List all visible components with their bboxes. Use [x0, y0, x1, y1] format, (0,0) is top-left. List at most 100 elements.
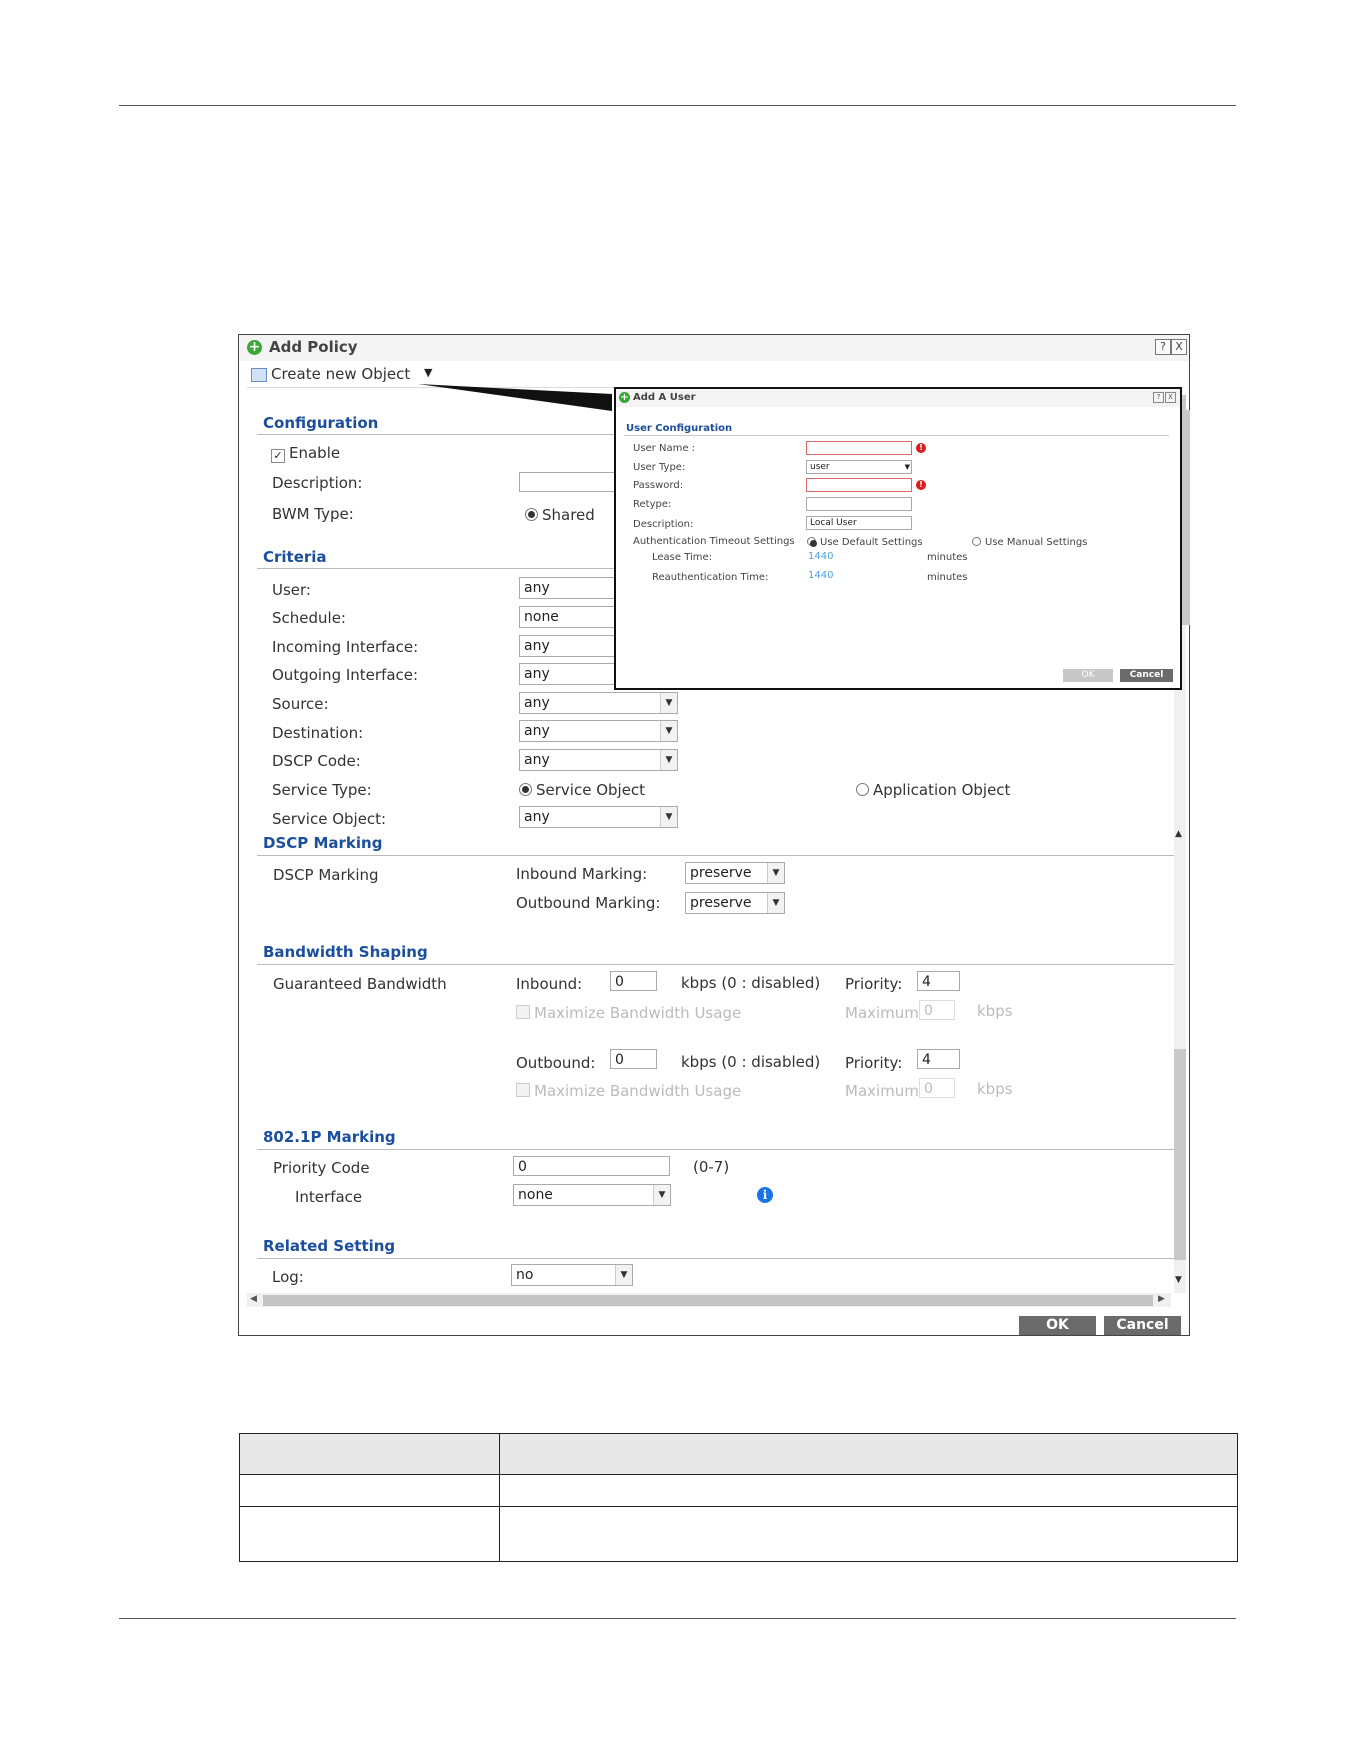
auth-timeout-label: Authentication Timeout Settings — [633, 536, 795, 547]
table-cell — [239, 1506, 500, 1562]
interface-value: none — [518, 1187, 553, 1203]
criteria-dscp-code-label: DSCP Code: — [272, 752, 361, 770]
table-header-cell-1 — [239, 1433, 500, 1475]
criteria-dscp-code-select[interactable]: any ▼ — [519, 749, 678, 771]
password-input[interactable] — [806, 478, 912, 492]
dscp-marking-row-label: DSCP Marking — [273, 866, 379, 884]
popup-title: Add A User — [633, 392, 696, 403]
cancel-button[interactable]: Cancel — [1104, 1316, 1181, 1335]
inbound-bw-input[interactable]: 0 — [610, 971, 657, 991]
application-object-radio-dot[interactable] — [856, 783, 869, 796]
popup-description-input[interactable]: Local User — [806, 516, 912, 530]
table-cell — [499, 1506, 1238, 1562]
outbound-maximize-checkbox[interactable] — [516, 1083, 530, 1097]
popup-help-icon[interactable]: ? — [1153, 392, 1164, 403]
outbound-maximize-label: Maximize Bandwidth Usage — [534, 1082, 742, 1100]
interface-label: Interface — [295, 1188, 363, 1206]
criteria-destination-label: Destination: — [272, 724, 364, 742]
inbound-priority-input[interactable]: 4 — [917, 971, 960, 991]
outbound-maximize-row[interactable]: Maximize Bandwidth Usage — [516, 1082, 741, 1100]
log-value: no — [516, 1267, 534, 1283]
popup-cancel-button[interactable]: Cancel — [1120, 669, 1173, 682]
service-object-option-label: Service Object — [536, 781, 646, 799]
use-manual-label: Use Manual Settings — [985, 537, 1088, 548]
priority-code-input[interactable]: 0 — [513, 1156, 670, 1176]
description-table — [239, 1433, 1238, 1562]
8021p-marking-divider — [257, 1149, 1177, 1150]
log-label: Log: — [272, 1268, 304, 1286]
outbound-priority-label: Priority: — [845, 1054, 903, 1072]
popup-close-icon[interactable]: X — [1165, 392, 1176, 403]
use-default-radio-dot[interactable] — [807, 537, 817, 547]
scroll-up-icon[interactable]: ▲ — [1175, 829, 1182, 839]
inbound-marking-label: Inbound Marking: — [516, 865, 648, 883]
reauth-time-label: Reauthentication Time: — [652, 572, 769, 583]
inbound-maximize-checkbox[interactable] — [516, 1005, 530, 1019]
inbound-maximize-label: Maximize Bandwidth Usage — [534, 1004, 742, 1022]
inbound-bw-label: Inbound: — [516, 975, 583, 993]
popup-title-bar: + Add A User ? X — [616, 389, 1180, 407]
popup-description-label: Description: — [633, 519, 694, 530]
use-default-label: Use Default Settings — [820, 537, 923, 548]
service-object-value: any — [524, 809, 550, 825]
user-name-input[interactable] — [806, 441, 912, 455]
popup-side-scrollbar[interactable] — [1182, 410, 1190, 625]
lease-time-unit: minutes — [927, 552, 968, 563]
outbound-bw-input[interactable]: 0 — [610, 1049, 657, 1069]
inbound-kbps-hint: kbps (0 : disabled) — [681, 974, 821, 992]
info-icon[interactable]: i — [757, 1187, 773, 1203]
reauth-time-unit: minutes — [927, 572, 968, 583]
inbound-marking-select[interactable]: preserve ▼ — [685, 862, 785, 884]
scroll-down-icon[interactable]: ▼ — [1175, 1275, 1182, 1285]
user-name-label: User Name : — [633, 443, 696, 454]
vertical-scroll-thumb[interactable] — [1174, 1049, 1186, 1260]
retype-label: Retype: — [633, 499, 672, 510]
chevron-down-icon: ▼ — [767, 863, 784, 883]
priority-code-label: Priority Code — [273, 1159, 370, 1177]
application-object-radio[interactable]: Application Object — [856, 781, 1010, 799]
retype-input[interactable] — [806, 497, 912, 511]
service-type-label: Service Type: — [272, 781, 372, 799]
dscp-marking-divider — [257, 855, 1177, 856]
inbound-maximize-row[interactable]: Maximize Bandwidth Usage — [516, 1004, 741, 1022]
callout-wedge — [418, 384, 612, 411]
ok-button[interactable]: OK — [1019, 1316, 1096, 1335]
inbound-maximum-label: Maximum: — [845, 1004, 924, 1022]
scroll-left-icon[interactable]: ◀ — [250, 1294, 257, 1304]
criteria-destination-select[interactable]: any ▼ — [519, 720, 678, 742]
inbound-maximum-input[interactable]: 0 — [919, 1000, 955, 1020]
popup-scrollbar[interactable] — [1182, 389, 1183, 390]
outbound-marking-select[interactable]: preserve ▼ — [685, 892, 785, 914]
criteria-destination-value: any — [524, 723, 550, 739]
user-type-select[interactable]: user ▼ — [806, 460, 912, 474]
horizontal-scroll-thumb[interactable] — [263, 1295, 1153, 1306]
inbound-marking-value: preserve — [690, 865, 752, 881]
dscp-marking-heading: DSCP Marking — [263, 834, 383, 852]
outbound-maximum-label: Maximum: — [845, 1082, 924, 1100]
popup-add-icon: + — [619, 392, 630, 403]
service-object-radio[interactable]: Service Object — [519, 781, 645, 799]
outbound-kbps-hint: kbps (0 : disabled) — [681, 1053, 821, 1071]
service-object-radio-dot[interactable] — [519, 783, 532, 796]
chevron-down-icon: ▼ — [767, 893, 784, 913]
service-object-select[interactable]: any ▼ — [519, 806, 678, 828]
related-setting-divider — [257, 1258, 1177, 1259]
bottom-rule — [119, 1618, 1236, 1619]
popup-ok-button[interactable]: OK — [1063, 669, 1113, 682]
reauth-time-value: 1440 — [808, 570, 834, 581]
related-setting-heading: Related Setting — [263, 1237, 396, 1255]
chevron-down-icon: ▼ — [660, 721, 677, 741]
priority-code-range: (0-7) — [693, 1158, 730, 1176]
outbound-priority-input[interactable]: 4 — [917, 1049, 960, 1069]
use-default-settings-radio[interactable]: Use Default Settings — [807, 537, 923, 548]
use-manual-radio-dot[interactable] — [972, 537, 981, 546]
user-type-label: User Type: — [633, 462, 686, 473]
outbound-maximum-input[interactable]: 0 — [919, 1078, 955, 1098]
scroll-right-icon[interactable]: ▶ — [1158, 1294, 1165, 1304]
popup-heading-divider — [624, 435, 1169, 436]
log-select[interactable]: no ▼ — [511, 1264, 633, 1286]
bandwidth-shaping-divider — [257, 964, 1177, 965]
interface-select[interactable]: none ▼ — [513, 1184, 671, 1206]
use-manual-settings-radio[interactable]: Use Manual Settings — [972, 537, 1087, 548]
add-user-popup: + Add A User ? X User Configuration User… — [614, 387, 1182, 690]
